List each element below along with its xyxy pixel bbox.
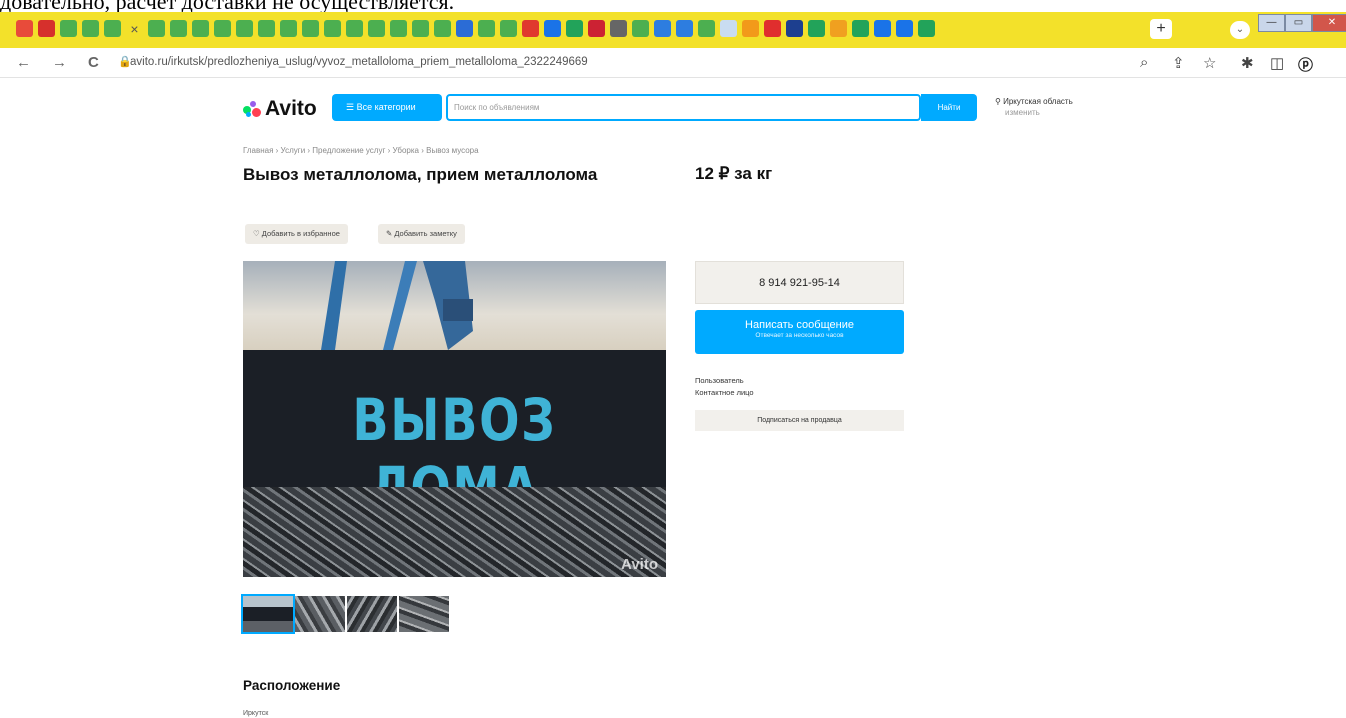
- tab-favicon-icon[interactable]: [346, 20, 363, 37]
- message-button-sub: Отвечает за несколько часов: [755, 332, 844, 339]
- caption-text: довательно, расчет доставки не осуществл…: [0, 0, 454, 12]
- tab-favicon-icon[interactable]: [896, 20, 913, 37]
- tab-favicon-icon[interactable]: [830, 20, 847, 37]
- tab-favicon-icon[interactable]: [500, 20, 517, 37]
- minimize-button[interactable]: —: [1258, 14, 1285, 32]
- address-bar: ← → C 🔒 avito.ru/irkutsk/predlozheniya_u…: [0, 48, 1346, 78]
- seller-type[interactable]: Пользователь: [695, 375, 754, 387]
- tab-favicon-icon[interactable]: [82, 20, 99, 37]
- tab-favicon-icon[interactable]: [16, 20, 33, 37]
- tab-favicon-icon[interactable]: [170, 20, 187, 37]
- seller-info: Пользователь Контактное лицо: [695, 375, 754, 399]
- window-controls: — ▭ ✕: [1258, 14, 1346, 32]
- location-heading: Расположение: [243, 678, 341, 693]
- tab-favicon-icon[interactable]: [60, 20, 77, 37]
- excavator-arm-graphic: [321, 261, 473, 350]
- tab-favicon-icon[interactable]: [368, 20, 385, 37]
- location-city: Иркутск: [243, 710, 269, 717]
- tab-favicon-icon[interactable]: [258, 20, 275, 37]
- contact-person: Контактное лицо: [695, 388, 754, 397]
- photo-thumbnails: [241, 594, 449, 634]
- tab-favicon-icon[interactable]: [654, 20, 671, 37]
- listing-title: Вывоз металлолома, прием металлолома: [243, 165, 598, 184]
- tab-favicon-icon[interactable]: [148, 20, 165, 37]
- tab-favicon-icon[interactable]: [104, 20, 121, 37]
- maximize-button[interactable]: ▭: [1285, 14, 1312, 32]
- tab-favicon-icon[interactable]: [918, 20, 935, 37]
- tab-favicon-icon[interactable]: [456, 20, 473, 37]
- add-note-button[interactable]: ✎ Добавить заметку: [378, 224, 465, 244]
- tab-favicon-icon[interactable]: [698, 20, 715, 37]
- avito-page: Avito ☰ Все категории Поиск по объявлени…: [0, 78, 1346, 718]
- close-window-button[interactable]: ✕: [1312, 14, 1346, 32]
- tab-favicon-icon[interactable]: [280, 20, 297, 37]
- message-button-label: Написать сообщение: [745, 319, 854, 331]
- thumbnail-2[interactable]: [295, 596, 345, 632]
- search-button[interactable]: Найти: [921, 94, 977, 121]
- video-caption: довательно, расчет доставки не осуществл…: [0, 0, 1346, 12]
- browser-tab-strip: × + ⌄ — ▭ ✕: [0, 12, 1346, 48]
- phone-number-button[interactable]: 8 914 921-95-14: [695, 261, 904, 304]
- reload-icon[interactable]: C: [88, 54, 99, 71]
- photo-sky: [243, 261, 666, 350]
- extensions-icon[interactable]: ✱: [1241, 54, 1254, 72]
- region-name: Иркутская область: [1003, 97, 1073, 106]
- url-field[interactable]: avito.ru/irkutsk/predlozheniya_uslug/vyv…: [130, 56, 588, 68]
- tab-favicon-icon[interactable]: [214, 20, 231, 37]
- tab-favicon-icon[interactable]: [544, 20, 561, 37]
- tab-favicon-icon[interactable]: [412, 20, 429, 37]
- bookmark-star-icon[interactable]: ☆: [1203, 54, 1216, 72]
- tab-favicon-icon[interactable]: [522, 20, 539, 37]
- search-input[interactable]: Поиск по объявлениям: [446, 94, 921, 121]
- tab-favicon-icon[interactable]: [874, 20, 891, 37]
- tab-favicon-icon[interactable]: [302, 20, 319, 37]
- region-change-link[interactable]: изменить: [995, 107, 1073, 118]
- tab-favicon-icon[interactable]: [324, 20, 341, 37]
- tab-favicon-icon[interactable]: [236, 20, 253, 37]
- tab-close-icon[interactable]: ×: [126, 20, 143, 37]
- thumbnail-3[interactable]: [347, 596, 397, 632]
- tab-favicon-icon[interactable]: [610, 20, 627, 37]
- thumbnail-4[interactable]: [399, 596, 449, 632]
- share-icon[interactable]: ⇪: [1172, 54, 1185, 72]
- tab-favicon-icon[interactable]: [742, 20, 759, 37]
- tab-favicons: ×: [16, 20, 935, 37]
- listing-main-photo[interactable]: ВЫВОЗ ЛОМА Avito: [243, 261, 666, 577]
- thumbnail-1[interactable]: [241, 594, 295, 634]
- avito-logo[interactable]: Avito: [243, 97, 317, 121]
- tab-favicon-icon[interactable]: [192, 20, 209, 37]
- tab-favicon-icon[interactable]: [434, 20, 451, 37]
- avito-logo-icon: [243, 101, 261, 117]
- tab-search-icon[interactable]: ⌄: [1230, 21, 1250, 39]
- all-categories-button[interactable]: ☰ Все категории: [332, 94, 442, 121]
- location-pin-icon: ⚲: [995, 97, 1004, 106]
- photo-watermark: Avito: [621, 556, 658, 573]
- listing-price: 12 ₽ за кг: [695, 164, 773, 183]
- tab-favicon-icon[interactable]: [478, 20, 495, 37]
- tab-favicon-icon[interactable]: [38, 20, 55, 37]
- tab-favicon-icon[interactable]: [852, 20, 869, 37]
- zoom-icon[interactable]: ⌕: [1140, 54, 1148, 71]
- profile-icon[interactable]: ⓟ: [1298, 54, 1313, 75]
- breadcrumb[interactable]: Главная › Услуги › Предложение услуг › У…: [243, 146, 479, 155]
- tab-favicon-icon[interactable]: [720, 20, 737, 37]
- write-message-button[interactable]: Написать сообщение Отвечает за несколько…: [695, 310, 904, 354]
- tab-favicon-icon[interactable]: [786, 20, 803, 37]
- back-icon[interactable]: ←: [16, 54, 31, 71]
- add-to-favorites-button[interactable]: ♡ Добавить в избранное: [245, 224, 348, 244]
- sidepanel-icon[interactable]: ◫: [1270, 54, 1284, 72]
- logo-text: Avito: [265, 97, 317, 120]
- forward-icon[interactable]: →: [52, 54, 67, 71]
- photo-scrap-metal: [243, 487, 666, 577]
- tab-favicon-icon[interactable]: [676, 20, 693, 37]
- subscribe-seller-button[interactable]: Подписаться на продавца: [695, 410, 904, 431]
- new-tab-button[interactable]: +: [1150, 19, 1172, 39]
- tab-favicon-icon[interactable]: [390, 20, 407, 37]
- region-selector[interactable]: ⚲ Иркутская область изменить: [995, 96, 1073, 118]
- tab-favicon-icon[interactable]: [566, 20, 583, 37]
- tab-favicon-icon[interactable]: [764, 20, 781, 37]
- tab-favicon-icon[interactable]: [808, 20, 825, 37]
- tab-favicon-icon[interactable]: [632, 20, 649, 37]
- tab-favicon-icon[interactable]: [588, 20, 605, 37]
